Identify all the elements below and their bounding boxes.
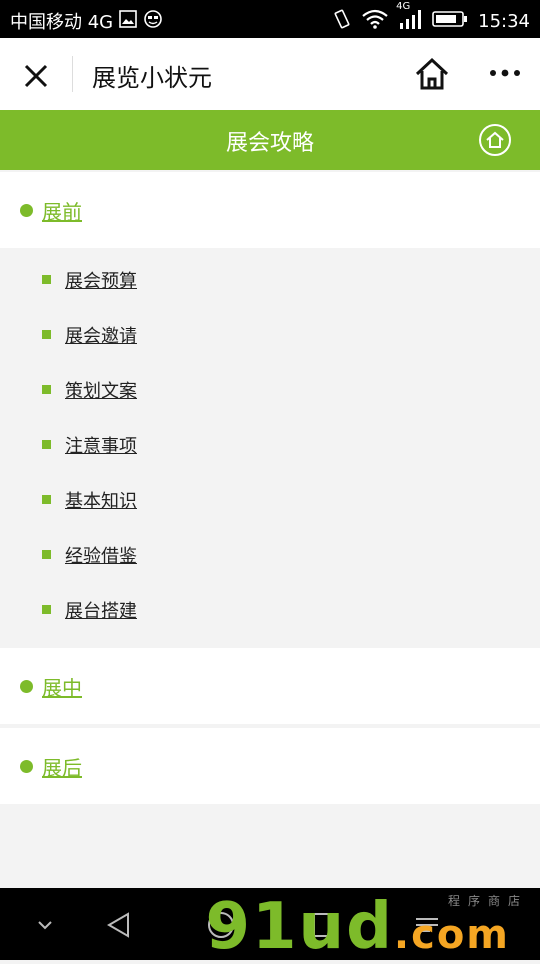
notification-face-icon [143, 9, 163, 33]
title-divider [72, 56, 73, 92]
network-type-label: 4G [396, 1, 411, 12]
carrier-label: 中国移动 4G [10, 12, 114, 33]
sub-list: 展会预算 展会邀请 策划文案 注意事项 基本知识 经验借鉴 展台搭建 [0, 248, 540, 647]
battery-icon [432, 10, 468, 33]
section-before: 展前 展会预算 展会邀请 策划文案 注意事项 基本知识 经验借鉴 展台搭建 [0, 172, 540, 647]
status-bar: 中国移动 4G 4G 15:34 [0, 0, 540, 38]
clock-label: 15:34 [478, 11, 530, 32]
title-bar: 展览小状元 [0, 38, 540, 111]
watermark-tagline: 程序商店 [447, 894, 528, 908]
bullet-dot [20, 203, 33, 217]
bullet-square [42, 385, 51, 394]
close-icon[interactable] [18, 58, 54, 94]
sub-link[interactable]: 展会预算 [65, 267, 137, 293]
list-item[interactable]: 展会预算 [0, 252, 540, 307]
more-options-icon[interactable] [488, 62, 522, 84]
vibrate-icon [332, 8, 352, 35]
signal-icon: 4G [396, 1, 422, 34]
back-icon[interactable] [104, 910, 134, 940]
section-link-after[interactable]: 展后 [42, 752, 82, 781]
sub-link[interactable]: 基本知识 [65, 487, 137, 513]
bullet-square [42, 605, 51, 614]
section-link-before[interactable]: 展前 [42, 196, 82, 225]
bullet-square [42, 495, 51, 504]
list-item[interactable]: 展会邀请 [0, 307, 540, 362]
section-during: 展中 [0, 648, 540, 724]
sub-link[interactable]: 策划文案 [65, 377, 137, 403]
bullet-square [42, 330, 51, 339]
list-item[interactable]: 基本知识 [0, 472, 540, 527]
wifi-icon [362, 9, 388, 34]
bullet-dot [20, 679, 33, 693]
watermark-main: 91ud [205, 890, 394, 964]
bullet-square [42, 275, 51, 284]
home-circle-icon[interactable] [478, 123, 512, 157]
list-item[interactable]: 经验借鉴 [0, 527, 540, 582]
gallery-icon [119, 9, 137, 33]
home-icon[interactable] [414, 57, 450, 91]
section-after: 展后 [0, 728, 540, 804]
page-title: 展览小状元 [92, 64, 212, 92]
watermark-suffix: .com [393, 912, 510, 958]
sub-link[interactable]: 展台搭建 [65, 597, 137, 623]
sub-link[interactable]: 展会邀请 [65, 322, 137, 348]
section-head: 展前 [0, 172, 540, 248]
bullet-square [42, 550, 51, 559]
section-head: 展后 [0, 728, 540, 804]
list-item[interactable]: 策划文案 [0, 362, 540, 417]
sub-link[interactable]: 注意事项 [65, 432, 137, 458]
header-title: 展会攻略 [225, 131, 314, 156]
chevron-down-icon[interactable] [30, 910, 60, 940]
section-header: 展会攻略 [0, 110, 540, 170]
section-link-during[interactable]: 展中 [42, 672, 82, 701]
list-item[interactable]: 展台搭建 [0, 582, 540, 637]
bullet-dot [20, 759, 33, 773]
section-head: 展中 [0, 648, 540, 724]
bullet-square [42, 440, 51, 449]
sub-link[interactable]: 经验借鉴 [65, 542, 137, 568]
list-item[interactable]: 注意事项 [0, 417, 540, 472]
